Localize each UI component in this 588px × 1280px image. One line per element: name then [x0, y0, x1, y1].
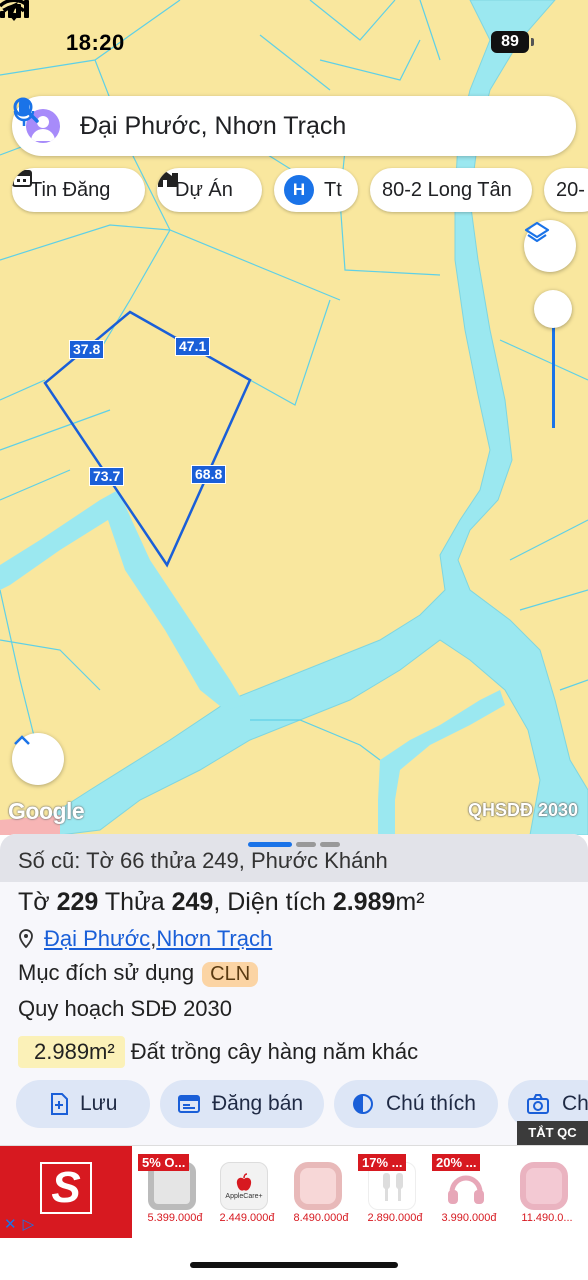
- ad-choices-icon[interactable]: ▷: [23, 1215, 35, 1233]
- ad-discount: 17% ...: [358, 1154, 407, 1171]
- chip-long-tan[interactable]: 80-2 Long Tân: [370, 168, 532, 212]
- ad-banner[interactable]: S ✕ ▷ 5% O... 5.399.000đ AppleCare+ 2.44…: [0, 1145, 588, 1238]
- chip-label: 20-: [556, 178, 585, 201]
- measure-label: 37.8: [69, 340, 105, 359]
- location-link-ward[interactable]: Đại Phước: [44, 926, 150, 952]
- plan-row: 2.989m² Đất trồng cây hàng năm khác: [18, 1036, 418, 1068]
- wifi-icon: [0, 0, 28, 21]
- chip-overflow[interactable]: 20-: [544, 168, 588, 212]
- chip-label: Dự Án: [175, 178, 233, 201]
- chip-label: 80-2 Long Tân: [382, 178, 512, 201]
- battery-tip: [531, 38, 534, 46]
- measure-label: 73.7: [89, 467, 125, 486]
- save-icon: [50, 1093, 68, 1115]
- post-sale-button[interactable]: Đăng bán: [160, 1080, 324, 1128]
- old-parcel-info: Số cũ: Tờ 66 thửa 249, Phước Khánh: [0, 834, 588, 882]
- watch-icon: [520, 1162, 568, 1210]
- measure-label: 47.1: [175, 337, 211, 356]
- search-bar[interactable]: Đại Phước, Nhơn Trạch: [12, 96, 576, 156]
- sheet-handle[interactable]: [248, 842, 292, 847]
- applecare-icon: AppleCare+: [220, 1162, 268, 1210]
- mic-icon[interactable]: [12, 96, 36, 128]
- purpose-row: Mục đích sử dụng CLN: [18, 960, 259, 987]
- ad-info-icons[interactable]: ✕ ▷: [0, 1214, 48, 1234]
- layer-tag: QHSDĐ 2030: [467, 800, 578, 820]
- purpose-label: Mục đích sử dụng: [18, 960, 195, 985]
- post-icon: [178, 1094, 200, 1114]
- ad-price: 2.890.000đ: [367, 1212, 423, 1224]
- ad-price: 11.490.0...: [521, 1212, 573, 1224]
- map-view[interactable]: 37.8 47.1 73.7 68.8 18:20 89 Đại Phước, …: [0, 0, 588, 835]
- ad-product[interactable]: 8.490.000đ: [284, 1150, 358, 1238]
- ad-discount: 20% ...: [432, 1154, 481, 1171]
- layers-button[interactable]: [524, 220, 576, 272]
- ad-product[interactable]: 20% ... 3.990.000đ: [432, 1150, 506, 1238]
- chip-tt[interactable]: H Tt: [274, 168, 358, 212]
- sheet-handle-dot: [296, 842, 316, 847]
- search-input[interactable]: Đại Phước, Nhơn Trạch: [80, 112, 346, 141]
- watch-icon: [294, 1162, 342, 1210]
- layers-icon: [524, 221, 550, 243]
- ad-discount: 5% O...: [138, 1154, 190, 1171]
- parcel-title: Tờ 229 Thửa 249, Diện tích 2.989m²: [18, 888, 425, 916]
- chip-label: Tt: [324, 178, 342, 201]
- chip-tin-dang[interactable]: Tin Đăng: [12, 168, 145, 212]
- plan-label: Quy hoạch SDĐ 2030: [18, 996, 233, 1021]
- save-button[interactable]: Lưu: [16, 1080, 150, 1128]
- ad-price: 3.990.000đ: [441, 1212, 497, 1224]
- google-logo: Google: [8, 798, 85, 824]
- brand-s-icon: S: [40, 1162, 92, 1214]
- parcel-location: Đại Phước, Nhơn Trạch: [18, 926, 272, 952]
- ad-price: 8.490.000đ: [293, 1212, 349, 1224]
- status-time: 18:20: [66, 30, 125, 55]
- chip-label: Tin Đăng: [30, 178, 111, 201]
- measure-label: 68.8: [191, 465, 227, 484]
- pin-icon: [19, 929, 33, 949]
- ad-price: 2.449.000đ: [219, 1212, 275, 1224]
- opacity-slider-thumb[interactable]: [534, 290, 572, 328]
- action-bar: Lưu Đăng bán Chú thích Ch: [0, 1080, 588, 1128]
- h-badge: H: [284, 175, 314, 205]
- ad-price: 5.399.000đ: [147, 1212, 203, 1224]
- legend-button[interactable]: Chú thích: [334, 1080, 498, 1128]
- battery-indicator: 89: [491, 31, 529, 53]
- status-bar: 18:20 89: [0, 0, 588, 88]
- close-ad-button[interactable]: TẮT QC: [517, 1121, 588, 1145]
- camera-icon: [526, 1093, 550, 1115]
- ad-product[interactable]: 11.490.0...: [510, 1150, 584, 1238]
- expand-button[interactable]: [12, 733, 64, 785]
- plan-desc: Đất trồng cây hàng năm khác: [130, 1039, 419, 1064]
- location-link-district[interactable]: Nhơn Trạch: [156, 926, 272, 952]
- chip-du-an[interactable]: Dự Án: [157, 168, 262, 212]
- home-indicator[interactable]: [190, 1262, 398, 1268]
- legend-icon: [352, 1093, 374, 1115]
- ad-product[interactable]: 17% ... 2.890.000đ: [358, 1150, 432, 1238]
- chevron-up-icon: [14, 735, 30, 745]
- plan-area: 2.989m²: [18, 1036, 125, 1068]
- sheet-handle-dot: [320, 842, 340, 847]
- purpose-badge: CLN: [202, 962, 259, 987]
- filter-chips: Tin Đăng Dự Án H Tt 80-2 Long Tân 20-: [0, 168, 588, 214]
- ad-product[interactable]: 5% O... 5.399.000đ: [138, 1150, 212, 1238]
- ad-close-icon[interactable]: ✕: [4, 1215, 17, 1233]
- ad-product[interactable]: AppleCare+ 2.449.000đ: [210, 1150, 284, 1238]
